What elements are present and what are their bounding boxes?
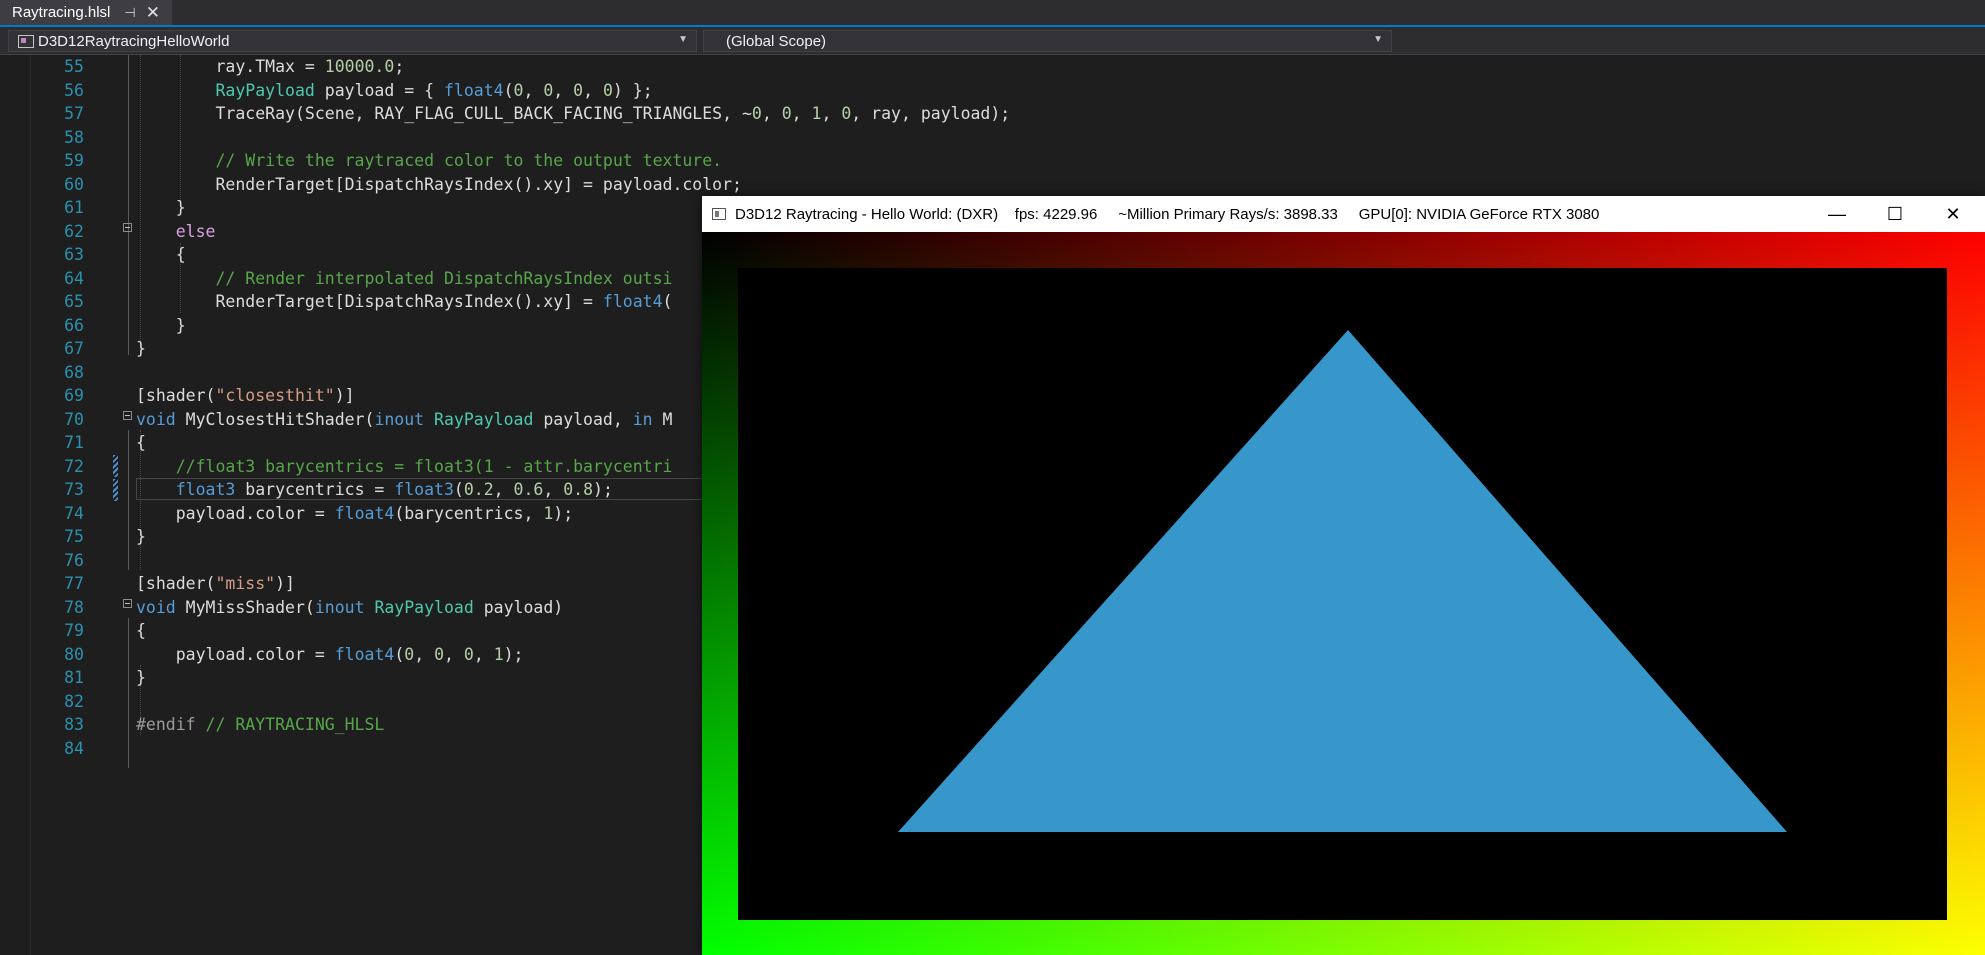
line-text: float3 barycentrics = float3(0.2, 0.6, 0… — [175, 480, 613, 499]
line-number: 55 — [64, 57, 84, 76]
line-number: 69 — [64, 386, 84, 405]
navigation-bar: D3D12RaytracingHelloWorld ▼ (Global Scop… — [0, 27, 1985, 55]
code-line[interactable]: 56 RayPayload payload = { float4(0, 0, 0… — [0, 79, 1985, 103]
line-text: // Write the raytraced color to the outp… — [215, 151, 723, 170]
line-text: } — [175, 315, 186, 335]
code-line[interactable]: 57 TraceRay(Scene, RAY_FLAG_CULL_BACK_FA… — [0, 102, 1985, 126]
tab-raytracing-hlsl[interactable]: Raytracing.hlsl ⊣ ✕ — [0, 0, 172, 25]
project-dropdown-value: D3D12RaytracingHelloWorld — [38, 32, 230, 50]
maximize-icon[interactable]: ☐ — [1866, 196, 1924, 232]
line-text: else — [175, 221, 216, 241]
line-text: TraceRay(Scene, RAY_FLAG_CULL_BACK_FACIN… — [215, 104, 1011, 123]
line-text: ray.TMax = 10000.0; — [215, 57, 405, 76]
line-text: { — [136, 621, 146, 640]
scope-dropdown-value: (Global Scope) — [726, 32, 827, 50]
line-number: 64 — [64, 268, 84, 288]
close-tab-icon[interactable]: ✕ — [146, 4, 160, 21]
line-number: 79 — [64, 621, 84, 640]
line-text: } — [136, 668, 146, 687]
app-icon — [712, 208, 726, 220]
line-text: payload.color = float4(0, 0, 0, 1); — [175, 644, 524, 664]
line-number: 80 — [64, 644, 84, 664]
line-text: payload.color = float4(barycentrics, 1); — [175, 503, 574, 523]
line-text: RayPayload payload = { float4(0, 0, 0, 0… — [215, 80, 653, 100]
line-number: 58 — [64, 127, 84, 147]
line-text: } — [136, 527, 146, 546]
line-text: void MyMissShader(inout RayPayload paylo… — [136, 597, 564, 617]
line-number: 57 — [64, 104, 84, 123]
code-line[interactable]: 59 // Write the raytraced color to the o… — [0, 149, 1985, 173]
project-icon — [18, 34, 34, 48]
minimize-icon[interactable]: — — [1808, 196, 1866, 232]
line-number: 65 — [64, 292, 84, 311]
line-number: 83 — [64, 715, 84, 734]
app-window[interactable]: D3D12 Raytracing - Hello World: (DXR) fp… — [702, 196, 1985, 955]
line-text: // Render interpolated DispatchRaysIndex… — [215, 268, 673, 288]
chevron-down-icon: ▼ — [678, 34, 688, 45]
code-line[interactable]: 55 ray.TMax = 10000.0; — [0, 55, 1985, 79]
line-number: 84 — [64, 738, 84, 758]
line-number: 72 — [64, 456, 84, 476]
render-output — [702, 232, 1985, 955]
line-number: 71 — [64, 433, 84, 452]
line-number: 81 — [64, 668, 84, 687]
line-text: { — [136, 433, 146, 452]
line-number: 75 — [64, 527, 84, 546]
line-text: //float3 barycentrics = float3(1 - attr.… — [175, 456, 673, 476]
line-number: 70 — [64, 409, 84, 429]
line-number: 82 — [64, 691, 84, 711]
render-viewport[interactable] — [702, 232, 1985, 955]
line-number: 63 — [64, 245, 84, 264]
line-number: 62 — [64, 221, 84, 241]
line-text: RenderTarget[DispatchRaysIndex().xy] = f… — [215, 292, 673, 311]
line-number: 74 — [64, 503, 84, 523]
line-number: 76 — [64, 550, 84, 570]
code-line[interactable]: 58 — [0, 126, 1985, 150]
code-line[interactable]: 60 RenderTarget[DispatchRaysIndex().xy] … — [0, 173, 1985, 197]
line-number: 73 — [64, 480, 84, 499]
app-title-bar[interactable]: D3D12 Raytracing - Hello World: (DXR) fp… — [702, 196, 1985, 232]
line-number: 78 — [64, 597, 84, 617]
line-text: { — [175, 245, 186, 264]
line-text: RenderTarget[DispatchRaysIndex().xy] = p… — [215, 174, 742, 194]
line-text: [shader("closesthit")] — [136, 386, 355, 405]
line-number: 59 — [64, 151, 84, 170]
line-number: 77 — [64, 574, 84, 593]
scope-dropdown[interactable]: (Global Scope) ▼ — [703, 30, 1392, 52]
line-text: [shader("miss")] — [136, 574, 295, 593]
chevron-down-icon: ▼ — [1373, 34, 1383, 45]
project-dropdown[interactable]: D3D12RaytracingHelloWorld ▼ — [8, 30, 697, 52]
line-text: } — [175, 198, 186, 217]
line-number: 61 — [64, 198, 84, 217]
document-tab-strip: Raytracing.hlsl ⊣ ✕ — [0, 0, 1985, 27]
app-window-title: D3D12 Raytracing - Hello World: (DXR) fp… — [735, 205, 1600, 223]
line-number: 67 — [64, 339, 84, 358]
line-text: void MyClosestHitShader(inout RayPayload… — [136, 409, 673, 429]
line-text: } — [136, 339, 146, 358]
line-text: #endif // RAYTRACING_HLSL — [136, 715, 385, 734]
tab-title: Raytracing.hlsl — [12, 4, 111, 21]
pin-icon[interactable]: ⊣ — [124, 5, 135, 21]
line-number: 66 — [64, 315, 84, 335]
line-number: 56 — [64, 80, 84, 100]
line-number: 60 — [64, 174, 84, 194]
close-window-icon[interactable]: ✕ — [1924, 196, 1982, 232]
line-number: 68 — [64, 362, 84, 382]
